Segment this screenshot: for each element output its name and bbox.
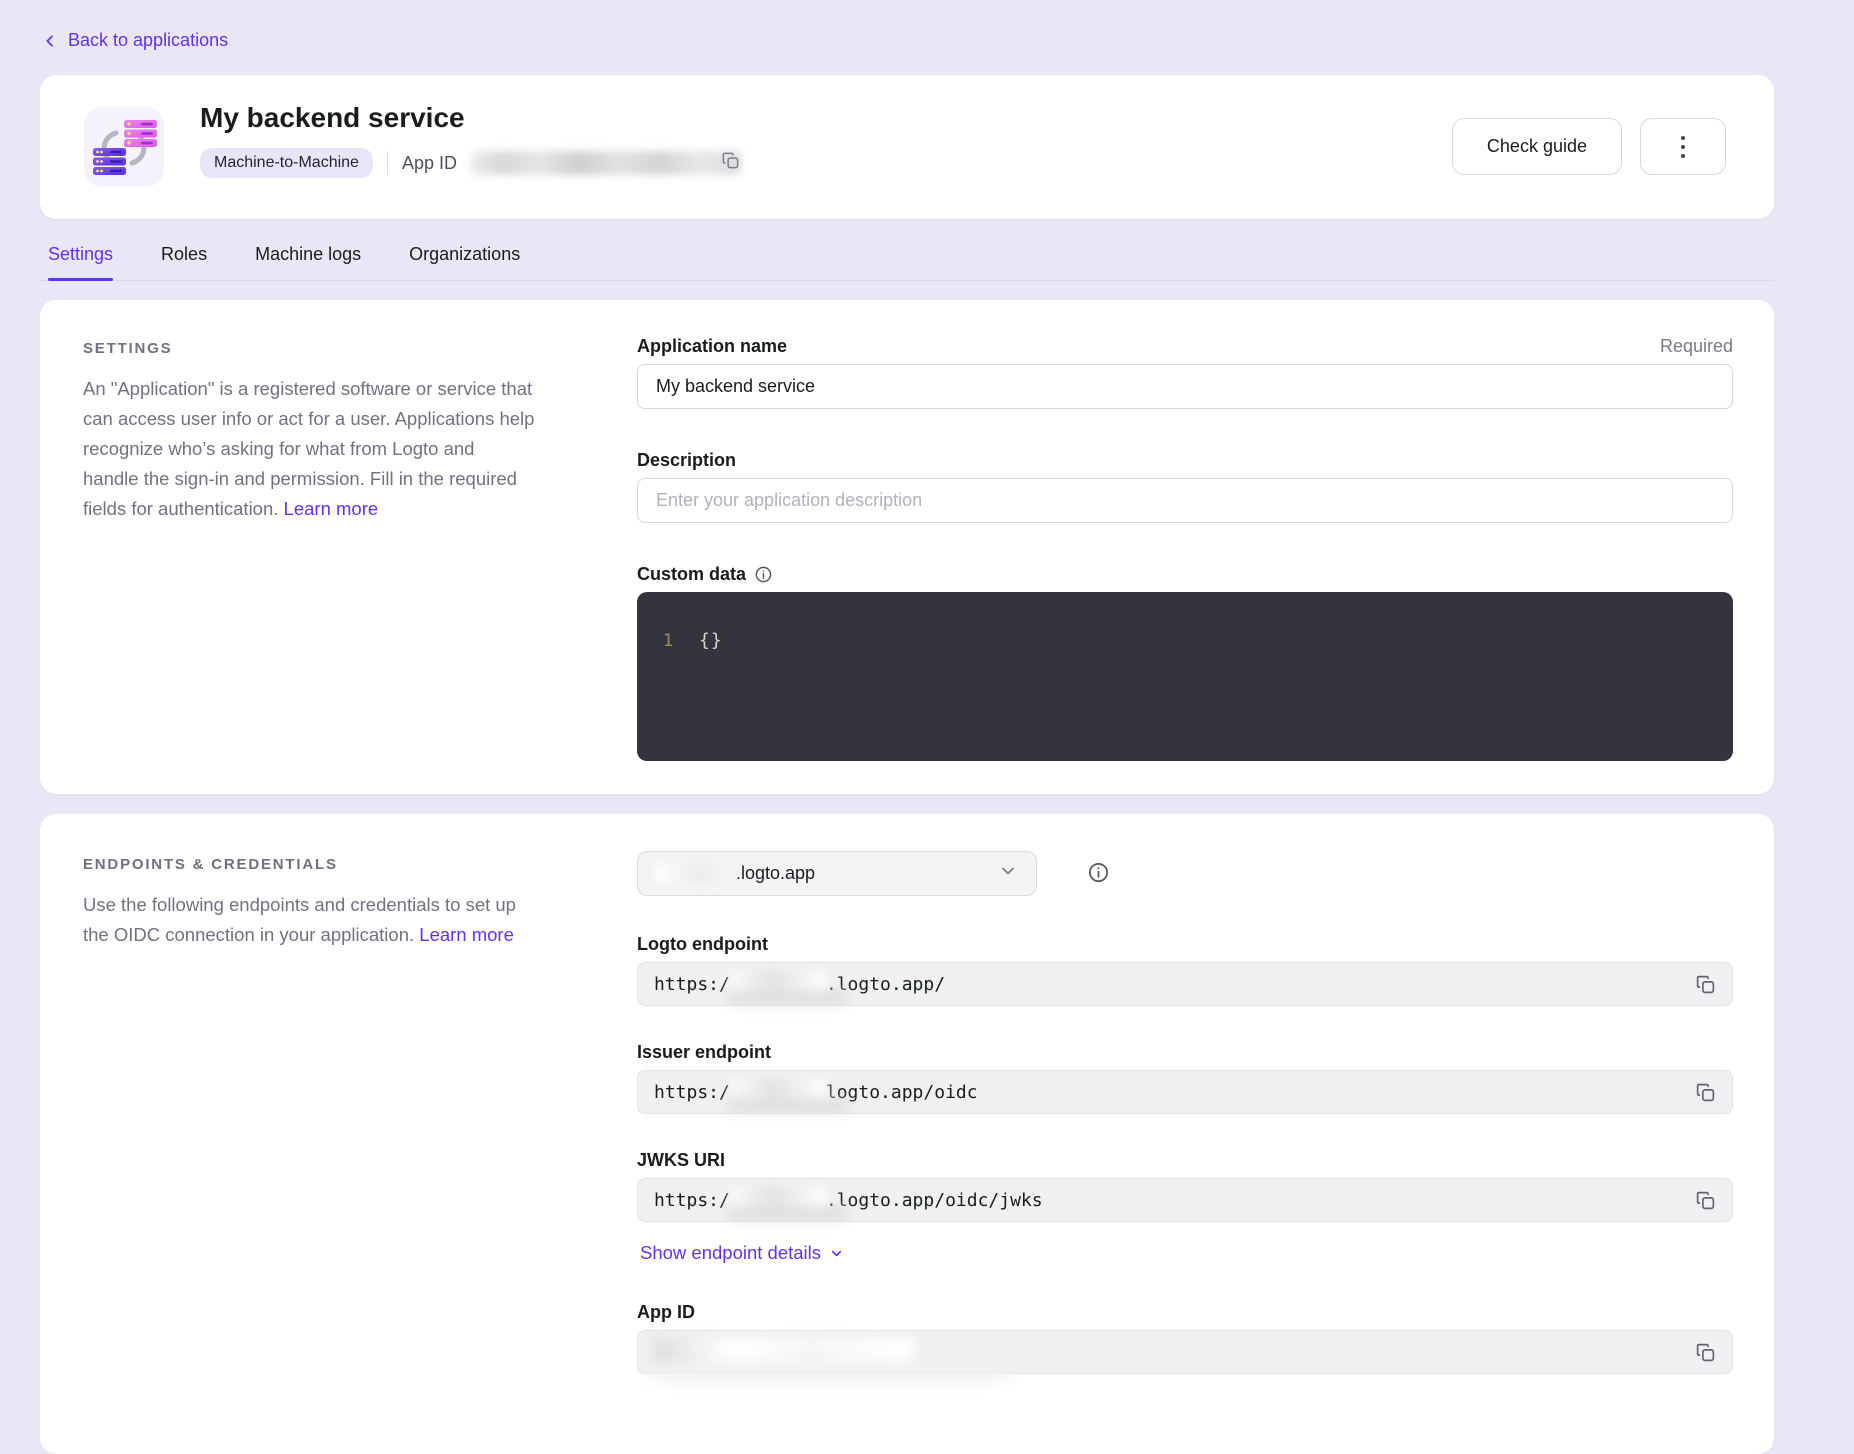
- custom-data-label-row: Custom data: [637, 564, 773, 585]
- chevron-down-icon: [998, 861, 1018, 886]
- application-meta-row: Machine-to-Machine App ID: [200, 148, 740, 178]
- tab-roles[interactable]: Roles: [161, 244, 207, 280]
- domain-redacted-value: [656, 864, 734, 884]
- app-id-field: [637, 1330, 1733, 1374]
- editor-line: 1 {}: [637, 630, 1733, 651]
- page-title: My backend service: [200, 102, 465, 134]
- show-endpoint-details-link[interactable]: Show endpoint details: [640, 1242, 844, 1264]
- tab-organizations[interactable]: Organizations: [409, 244, 520, 280]
- tab-machine-logs[interactable]: Machine logs: [255, 244, 361, 280]
- jwks-uri-label: JWKS URI: [637, 1150, 725, 1171]
- app-id-redacted-value: [654, 1337, 914, 1367]
- editor-code: {}: [699, 630, 723, 651]
- copy-icon[interactable]: [721, 151, 740, 175]
- domain-select-value: .logto.app: [736, 863, 815, 884]
- settings-learn-more-link[interactable]: Learn more: [284, 498, 379, 519]
- application-header-card: My backend service Machine-to-Machine Ap…: [40, 75, 1774, 219]
- application-type-badge: Machine-to-Machine: [200, 148, 373, 178]
- endpoints-credentials-card: ENDPOINTS & CREDENTIALS Use the followin…: [40, 814, 1774, 1454]
- custom-data-label: Custom data: [637, 564, 746, 585]
- copy-icon[interactable]: [1695, 974, 1716, 995]
- kebab-menu-icon: [1681, 136, 1685, 158]
- copy-icon[interactable]: [1695, 1190, 1716, 1211]
- domain-select[interactable]: .logto.app: [637, 851, 1037, 896]
- back-link-label: Back to applications: [68, 30, 228, 51]
- editor-line-number: 1: [637, 631, 699, 651]
- tab-settings[interactable]: Settings: [48, 244, 113, 280]
- required-tag: Required: [1660, 336, 1733, 357]
- description-input[interactable]: [637, 478, 1733, 523]
- machine-to-machine-app-icon: [84, 107, 164, 187]
- back-to-applications-link[interactable]: Back to applications: [42, 30, 228, 51]
- redaction-smudge: [650, 1365, 1010, 1381]
- copy-icon[interactable]: [1695, 1342, 1716, 1363]
- settings-section-description: An "Application" is a registered softwar…: [83, 374, 535, 524]
- endpoints-section-description: Use the following endpoints and credenti…: [83, 890, 535, 950]
- endpoints-section-heading: ENDPOINTS & CREDENTIALS: [83, 856, 338, 873]
- header-actions: Check guide: [1452, 118, 1726, 175]
- logto-endpoint-label: Logto endpoint: [637, 934, 768, 955]
- info-circle-icon[interactable]: [1087, 861, 1110, 889]
- logto-endpoint-field: https:/ .logto.app/: [637, 962, 1733, 1006]
- chevron-down-icon: [829, 1246, 844, 1261]
- settings-section-heading: SETTINGS: [83, 340, 172, 357]
- meta-divider: [387, 151, 388, 175]
- application-name-input[interactable]: [637, 364, 1733, 409]
- app-id-field-label: App ID: [637, 1302, 695, 1323]
- app-id-label: App ID: [402, 153, 457, 174]
- redaction-smudge: [728, 1207, 848, 1220]
- chevron-left-icon: [42, 33, 58, 49]
- copy-icon[interactable]: [1695, 1082, 1716, 1103]
- more-actions-button[interactable]: [1640, 118, 1726, 175]
- check-guide-button[interactable]: Check guide: [1452, 118, 1622, 175]
- application-tabs: Settings Roles Machine logs Organization…: [40, 244, 1774, 281]
- application-name-label: Application name: [637, 336, 787, 357]
- settings-card: SETTINGS An "Application" is a registere…: [40, 300, 1774, 794]
- endpoints-learn-more-link[interactable]: Learn more: [419, 924, 514, 945]
- custom-data-editor[interactable]: 1 {}: [637, 592, 1733, 761]
- redaction-smudge: [728, 991, 848, 1004]
- app-id-redacted-value: [471, 151, 741, 175]
- description-label: Description: [637, 450, 736, 471]
- issuer-endpoint-field: https:/ logto.app/oidc: [637, 1070, 1733, 1114]
- info-circle-icon[interactable]: [754, 565, 773, 584]
- redaction-smudge: [728, 1099, 848, 1112]
- jwks-uri-field: https:/ .logto.app/oidc/jwks: [637, 1178, 1733, 1222]
- issuer-endpoint-label: Issuer endpoint: [637, 1042, 771, 1063]
